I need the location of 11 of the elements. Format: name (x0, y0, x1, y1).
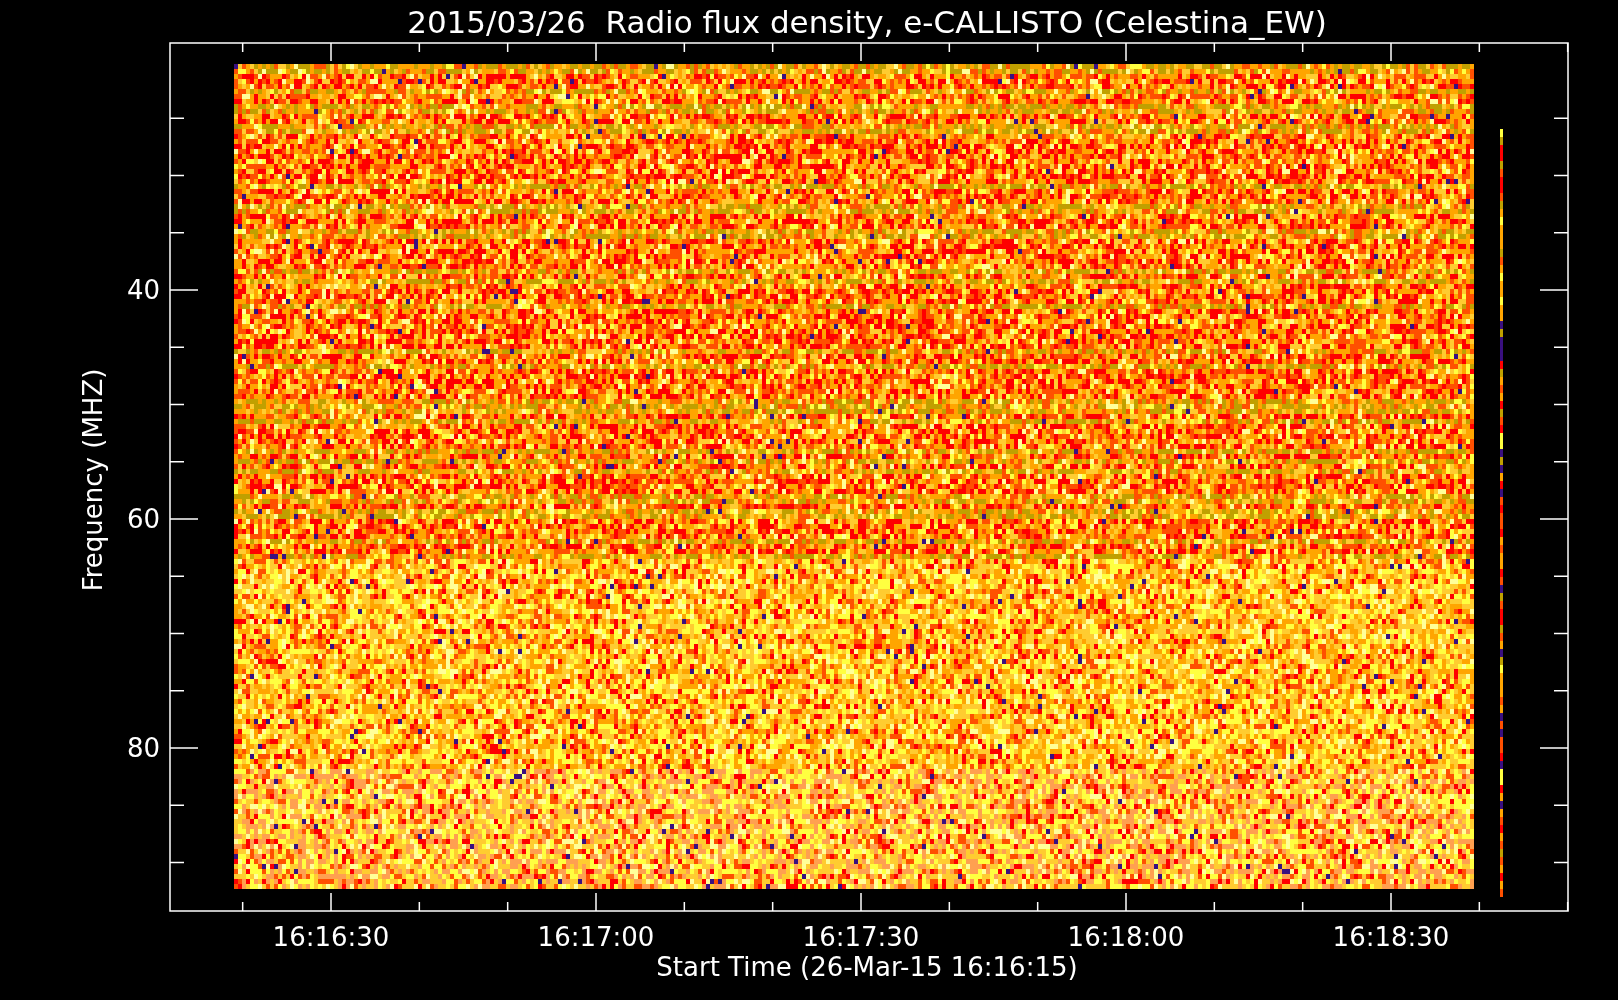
axis-tick-label: 16:17:30 (802, 922, 920, 952)
axis-tick-label: 60 (126, 504, 160, 534)
axis-tick-label: 16:18:00 (1067, 922, 1185, 952)
x-axis-label: Start Time (26-Mar-15 16:16:15) (656, 952, 1078, 982)
chart-title: 2015/03/26 Radio flux density, e-CALLISTO (Celestina_EW) (407, 4, 1327, 40)
y-axis-label: Frequency (MHZ) (78, 368, 108, 592)
axis-tick-label: 16:17:00 (537, 922, 655, 952)
axis-tick-label: 40 (126, 275, 160, 305)
axis-tick-label: 16:18:30 (1332, 922, 1450, 952)
axis-tick-label: 16:16:30 (272, 922, 390, 952)
axis-tick-label: 80 (126, 733, 160, 763)
